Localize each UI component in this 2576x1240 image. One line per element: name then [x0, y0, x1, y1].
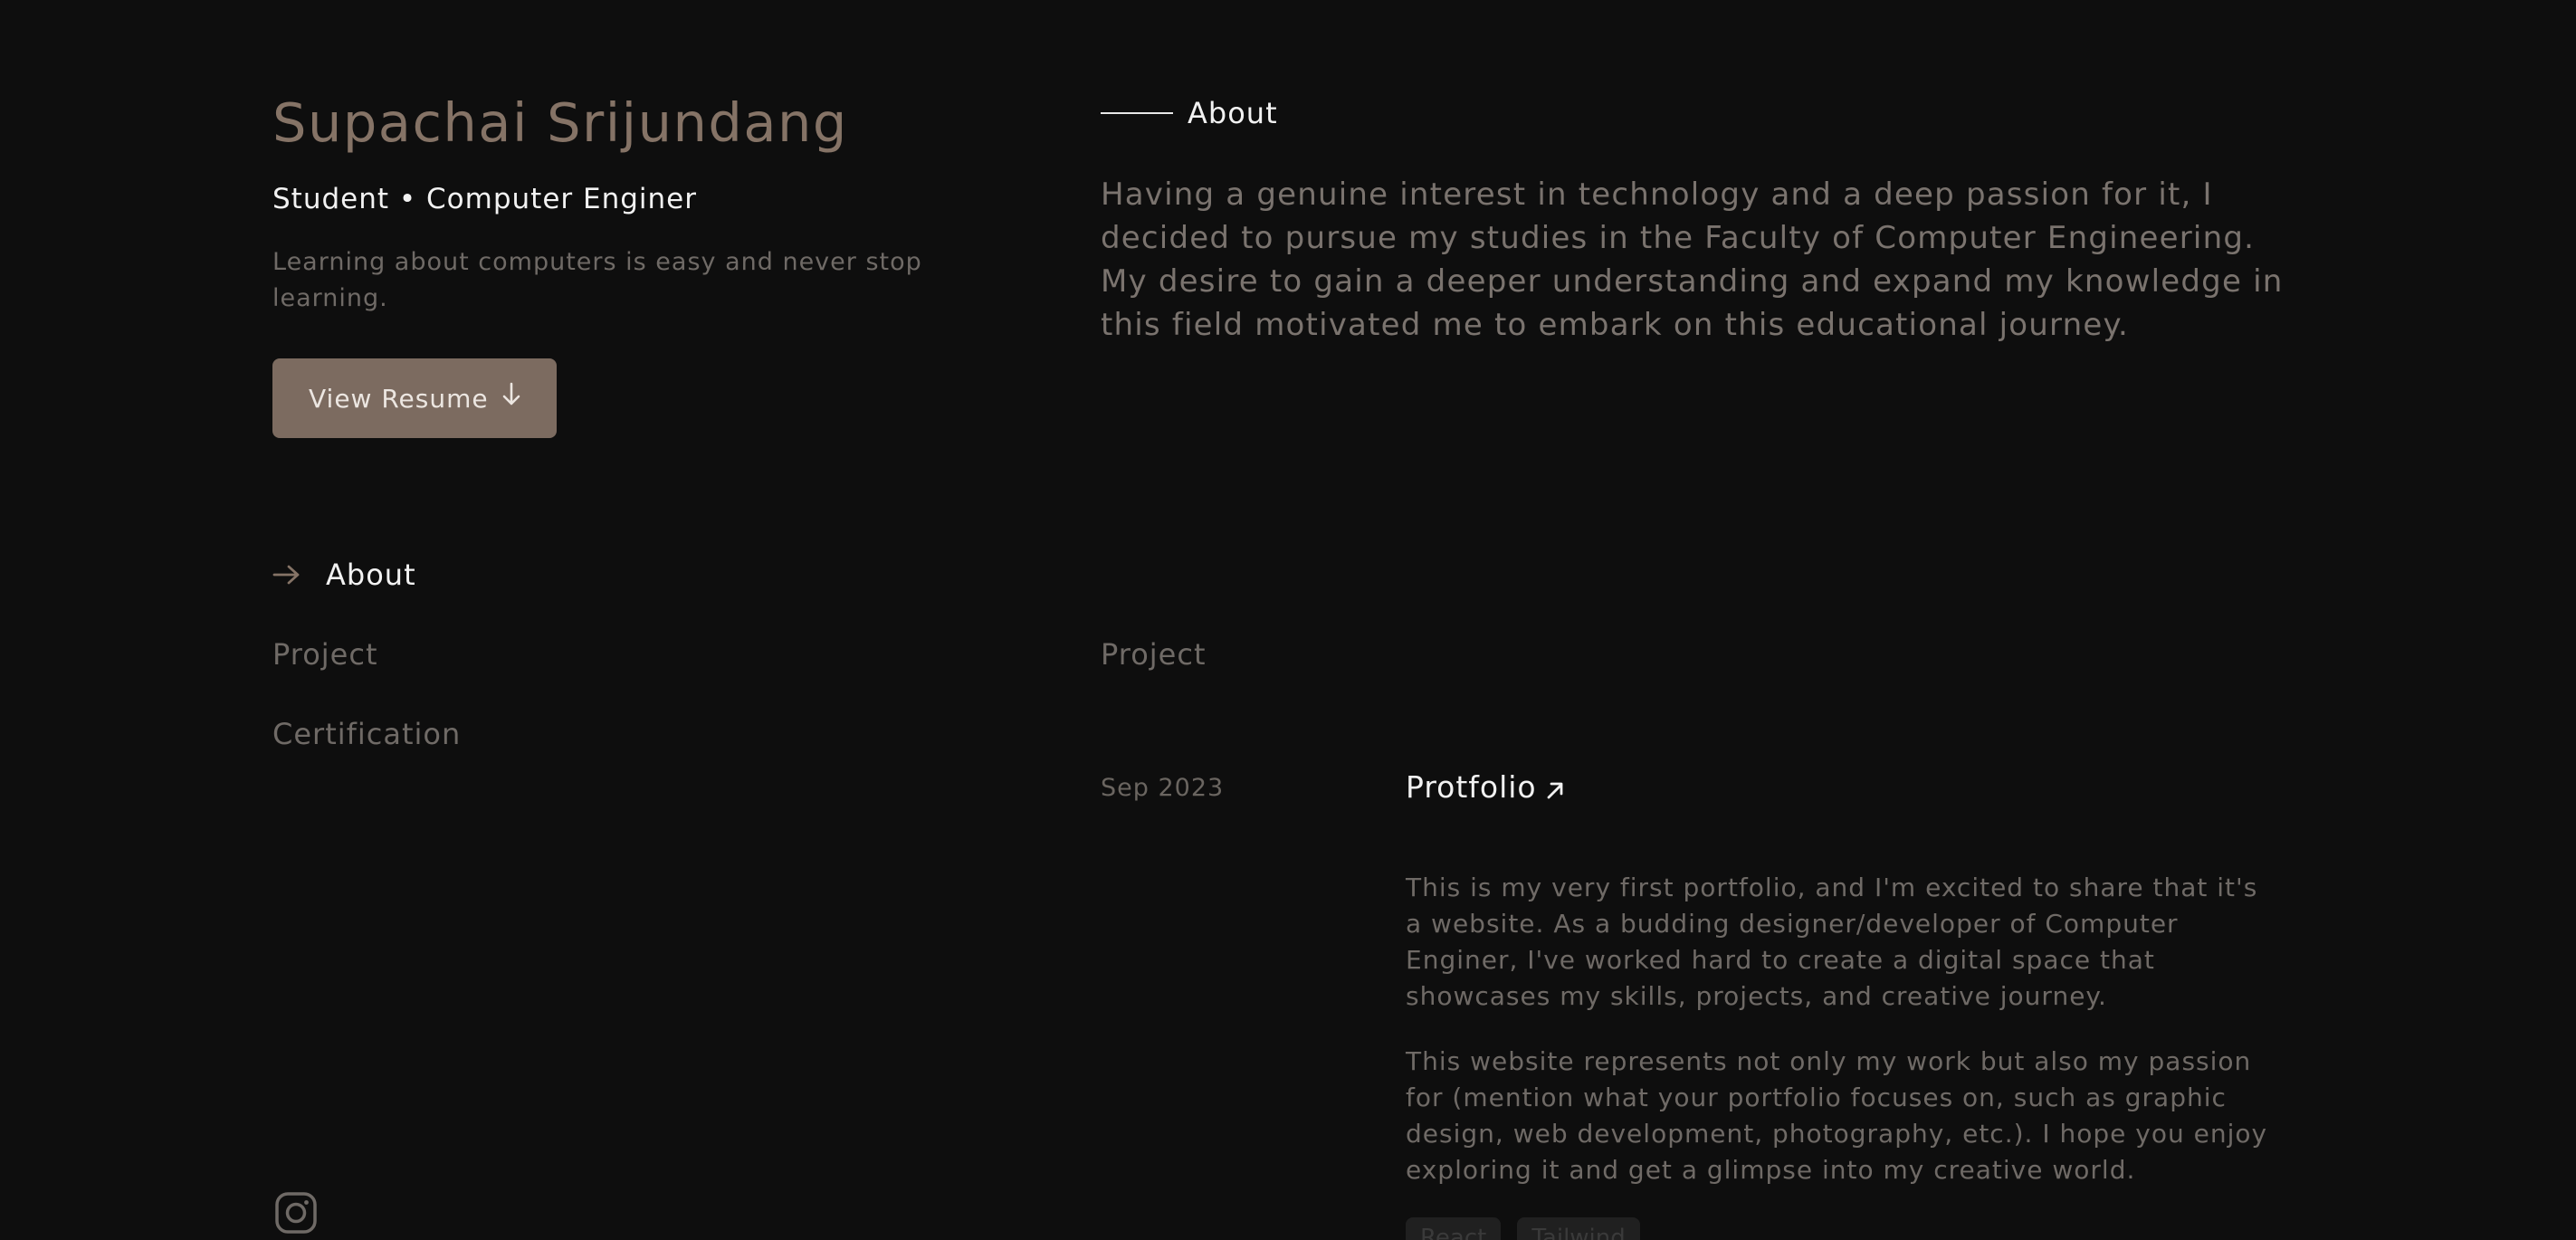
- nav-item-label: Certification: [272, 717, 462, 751]
- about-text: Having a genuine interest in technology …: [1101, 176, 2284, 343]
- profile-role: Student • Computer Enginer: [272, 183, 697, 215]
- project-description: This website represents not only my work…: [1406, 1046, 2268, 1185]
- arrow-up-right-icon: [1544, 779, 1566, 801]
- view-resume-label: View Resume: [309, 383, 489, 414]
- tech-tag: React: [1406, 1217, 1502, 1240]
- profile-tagline: Learning about computers is easy and nev…: [272, 248, 922, 312]
- project-section-heading: Project: [1101, 637, 1207, 672]
- nav-item-project[interactable]: Project: [272, 637, 377, 672]
- nav-item-certification[interactable]: Certification: [272, 717, 461, 751]
- nav-item-label: Project: [272, 637, 378, 672]
- project-title-link[interactable]: Protfolio: [1406, 769, 1566, 805]
- portfolio-page: Supachai Srijundang Student • Computer E…: [0, 0, 2576, 1240]
- project-description: This is my very first portfolio, and I'm…: [1406, 873, 2258, 1011]
- about-section-heading: About: [1101, 96, 1278, 130]
- profile-name: Supachai Srijundang: [272, 91, 848, 154]
- heading-rule: [1101, 112, 1173, 114]
- arrow-down-icon: [501, 381, 521, 408]
- project-date: Sep 2023: [1101, 774, 1225, 802]
- view-resume-button[interactable]: View Resume: [272, 358, 557, 438]
- project-title: Protfolio: [1406, 769, 1537, 805]
- arrow-right-icon: [272, 564, 301, 586]
- instagram-icon[interactable]: [274, 1191, 318, 1235]
- tech-tag: Tailwind: [1517, 1217, 1640, 1240]
- nav-item-label: About: [326, 558, 416, 592]
- nav-item-about[interactable]: About: [272, 558, 416, 592]
- about-heading-label: About: [1188, 96, 1278, 130]
- project-tags: React Tailwind: [1406, 1217, 1640, 1240]
